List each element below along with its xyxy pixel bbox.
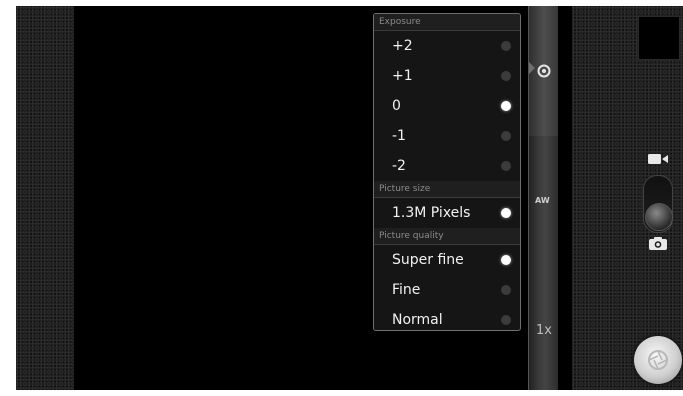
last-photo-thumbnail[interactable] xyxy=(638,16,680,60)
section-header-exposure: Exposure xyxy=(374,14,520,31)
picture-size-option[interactable]: 1.3M Pixels xyxy=(374,198,520,228)
radio-indicator xyxy=(501,315,511,325)
option-label: 1.3M Pixels xyxy=(392,205,471,221)
radio-indicator xyxy=(501,285,511,295)
option-label: +2 xyxy=(392,38,413,54)
radio-indicator xyxy=(501,71,511,81)
radio-indicator-selected xyxy=(501,101,511,111)
option-label: Normal xyxy=(392,312,443,328)
camera-icon[interactable] xyxy=(648,236,668,251)
camera-settings-menu: Exposure +2 +1 0 -1 -2 Picture size 1.3M… xyxy=(373,13,521,331)
option-label: -1 xyxy=(392,128,406,144)
radio-indicator-selected xyxy=(501,255,511,265)
radio-indicator xyxy=(501,41,511,51)
section-header-picture-size: Picture size xyxy=(374,181,520,198)
mode-switch-knob[interactable] xyxy=(645,203,673,231)
gear-icon[interactable] xyxy=(537,64,551,78)
settings-zoom-strip[interactable]: AW 1x xyxy=(528,6,560,390)
exposure-option-plus1[interactable]: +1 xyxy=(374,61,520,91)
video-camera-icon[interactable] xyxy=(647,153,669,165)
camera-screen: Exposure +2 +1 0 -1 -2 Picture size 1.3M… xyxy=(16,6,683,390)
quality-option-normal[interactable]: Normal xyxy=(374,305,520,330)
camera-control-panel xyxy=(572,6,683,390)
option-label: +1 xyxy=(392,68,413,84)
white-balance-button[interactable]: AW xyxy=(535,196,550,205)
aperture-icon xyxy=(648,350,668,370)
quality-option-fine[interactable]: Fine xyxy=(374,275,520,305)
exposure-option-plus2[interactable]: +2 xyxy=(374,31,520,61)
option-label: 0 xyxy=(392,98,401,114)
radio-indicator-selected xyxy=(501,208,511,218)
exposure-option-minus1[interactable]: -1 xyxy=(374,121,520,151)
radio-indicator xyxy=(501,161,511,171)
exposure-option-minus2[interactable]: -2 xyxy=(374,151,520,181)
menu-pointer xyxy=(529,62,535,74)
exposure-option-0[interactable]: 0 xyxy=(374,91,520,121)
option-label: Super fine xyxy=(392,252,464,268)
camera-mode-switch[interactable] xyxy=(643,175,673,233)
quality-option-super-fine[interactable]: Super fine xyxy=(374,245,520,275)
radio-indicator xyxy=(501,131,511,141)
option-label: -2 xyxy=(392,158,406,174)
zoom-level-label: 1x xyxy=(536,323,552,338)
left-border-panel xyxy=(16,6,74,390)
section-header-picture-quality: Picture quality xyxy=(374,228,520,245)
shutter-button[interactable] xyxy=(634,336,682,384)
strip-divider xyxy=(558,6,572,390)
option-label: Fine xyxy=(392,282,421,298)
